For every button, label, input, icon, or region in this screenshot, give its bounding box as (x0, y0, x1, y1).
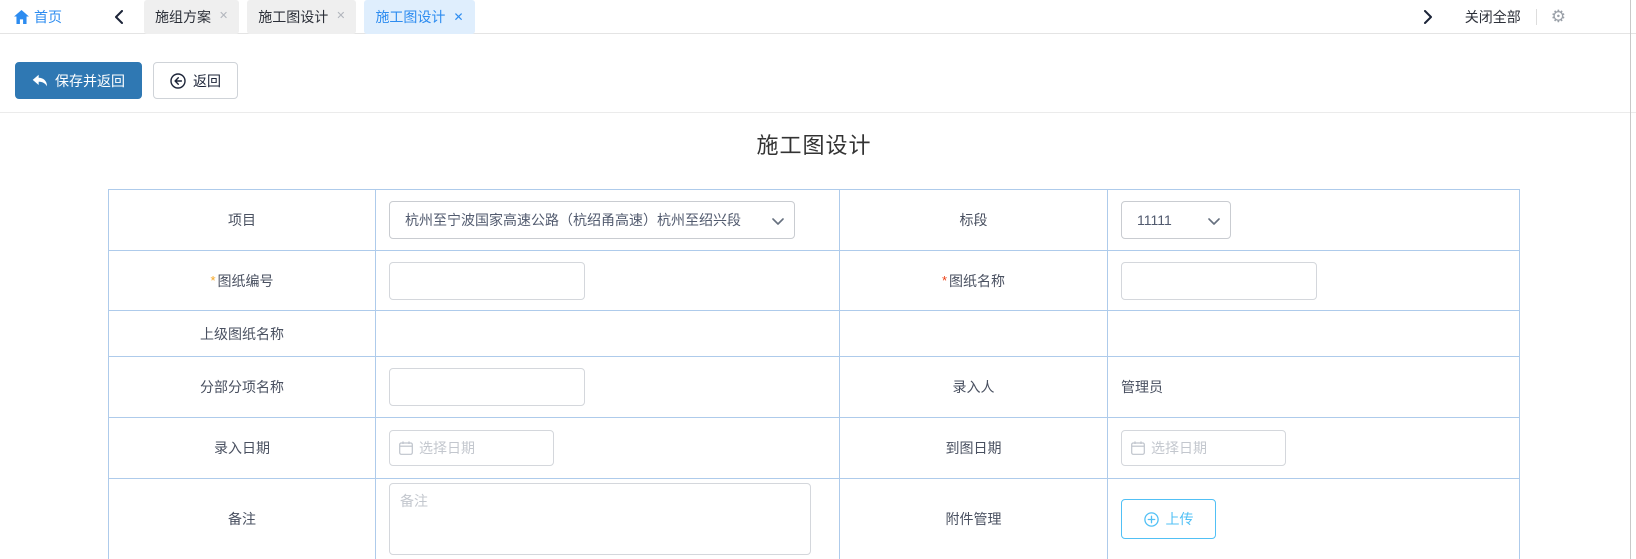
label-text: 项目 (228, 210, 256, 230)
field-value-project: 杭州至宁波国家高速公路（杭绍甬高速）杭州至绍兴段 (375, 190, 839, 250)
field-value-record-date: 选择日期 (375, 418, 839, 478)
upload-label: 上传 (1166, 509, 1194, 529)
tab-bar: 首页 施组方案 ✕ 施工图设计 ✕ 施工图设计 ✕ 关闭全部 ⚙ (0, 0, 1636, 34)
field-label-parent-drawing: 上级图纸名称 (109, 311, 375, 356)
action-toolbar: 保存并返回 返回 (0, 34, 1636, 113)
field-label-arrive-date: 到图日期 (839, 418, 1107, 478)
reply-arrow-icon (32, 74, 48, 88)
tab-close-icon[interactable]: ✕ (453, 11, 463, 23)
arrive-date-input[interactable]: 选择日期 (1121, 430, 1286, 466)
section-select[interactable]: 11111 (1121, 201, 1231, 239)
field-value-drawing-name (1107, 251, 1519, 310)
tab-close-icon[interactable]: ✕ (219, 11, 228, 22)
tab-list: 施组方案 ✕ 施工图设计 ✕ 施工图设计 ✕ (144, 0, 475, 34)
tab-item-3-active[interactable]: 施工图设计 ✕ (364, 0, 474, 34)
table-row: * 图纸编号 * 图纸名称 (109, 251, 1519, 311)
label-text: 录入日期 (214, 438, 270, 458)
remark-textarea[interactable] (389, 483, 811, 555)
date-placeholder: 选择日期 (1151, 438, 1207, 458)
tabs-scroll-right-button[interactable] (1417, 6, 1439, 28)
tab-label: 施工图设计 (375, 7, 445, 27)
tab-close-icon[interactable]: ✕ (336, 11, 345, 22)
field-value-subitem (375, 357, 839, 417)
label-text: 附件管理 (946, 509, 1002, 529)
label-text: 标段 (960, 210, 988, 230)
circle-plus-icon (1144, 512, 1159, 527)
section-select-value: 11111 (1137, 212, 1172, 228)
project-select-value: 杭州至宁波国家高速公路（杭绍甬高速）杭州至绍兴段 (405, 210, 741, 230)
field-value-attachment: 上传 (1107, 479, 1519, 559)
calendar-icon (399, 441, 413, 455)
date-placeholder: 选择日期 (419, 438, 475, 458)
empty-cell (839, 311, 1107, 356)
field-label-drawing-name: * 图纸名称 (839, 251, 1107, 310)
return-button[interactable]: 返回 (153, 62, 238, 99)
field-value-remark (375, 479, 839, 559)
field-value-section: 11111 (1107, 190, 1519, 250)
chevron-down-icon (772, 218, 784, 225)
drawing-no-input[interactable] (389, 262, 585, 300)
circle-back-arrow-icon (170, 73, 186, 89)
required-mark: * (210, 273, 215, 288)
form-table: 项目 杭州至宁波国家高速公路（杭绍甬高速）杭州至绍兴段 标段 11111 (108, 189, 1520, 559)
field-value-arrive-date: 选择日期 (1107, 418, 1519, 478)
field-value-parent-drawing (375, 311, 839, 356)
chevron-down-icon (1208, 218, 1220, 225)
field-value-recorder: 管理员 (1107, 357, 1519, 417)
save-and-return-label: 保存并返回 (55, 71, 125, 91)
divider (1536, 9, 1537, 25)
field-label-drawing-no: * 图纸编号 (109, 251, 375, 310)
return-label: 返回 (193, 71, 221, 91)
field-label-section: 标段 (839, 190, 1107, 250)
label-text: 录入人 (953, 377, 995, 397)
field-label-recorder: 录入人 (839, 357, 1107, 417)
label-text: 备注 (228, 509, 256, 529)
table-row: 录入日期 选择日期 到图日期 选择日期 (109, 418, 1519, 479)
calendar-icon (1131, 441, 1145, 455)
field-label-subitem: 分部分项名称 (109, 357, 375, 417)
tab-label: 施工图设计 (258, 7, 328, 27)
chevron-right-icon (1423, 10, 1433, 24)
record-date-input[interactable]: 选择日期 (389, 430, 554, 466)
close-all-button[interactable]: 关闭全部 (1465, 7, 1521, 27)
field-label-project: 项目 (109, 190, 375, 250)
tab-item-2[interactable]: 施工图设计 ✕ (247, 0, 356, 34)
page-title: 施工图设计 (108, 128, 1520, 160)
window-edge-line (1630, 0, 1631, 559)
project-select[interactable]: 杭州至宁波国家高速公路（杭绍甬高速）杭州至绍兴段 (389, 201, 795, 239)
label-text: 分部分项名称 (200, 377, 284, 397)
subitem-input[interactable] (389, 368, 585, 406)
tab-item-1[interactable]: 施组方案 ✕ (144, 0, 239, 34)
home-icon (14, 10, 29, 24)
table-row: 备注 附件管理 上传 (109, 479, 1519, 559)
label-text: 上级图纸名称 (200, 324, 284, 344)
table-row: 分部分项名称 录入人 管理员 (109, 357, 1519, 418)
field-value-drawing-no (375, 251, 839, 310)
table-row: 项目 杭州至宁波国家高速公路（杭绍甬高速）杭州至绍兴段 标段 11111 (109, 190, 1519, 251)
recorder-value: 管理员 (1121, 377, 1163, 397)
field-label-record-date: 录入日期 (109, 418, 375, 478)
label-text: 图纸名称 (949, 271, 1005, 291)
upload-button[interactable]: 上传 (1121, 499, 1216, 539)
field-label-attachment: 附件管理 (839, 479, 1107, 559)
home-link[interactable]: 首页 (14, 7, 62, 27)
chevron-left-icon (114, 10, 124, 24)
field-label-remark: 备注 (109, 479, 375, 559)
label-text: 到图日期 (946, 438, 1002, 458)
main-content: 施工图设计 项目 杭州至宁波国家高速公路（杭绍甬高速）杭州至绍兴段 标段 111… (0, 128, 1521, 559)
table-row: 上级图纸名称 (109, 311, 1519, 357)
empty-cell (1107, 311, 1519, 356)
home-label: 首页 (34, 7, 62, 27)
tabbar-right-controls: 关闭全部 ⚙ (1417, 6, 1566, 28)
tabs-scroll-left-button[interactable] (108, 6, 130, 28)
save-and-return-button[interactable]: 保存并返回 (15, 62, 142, 99)
required-mark: * (942, 273, 947, 288)
tab-label: 施组方案 (155, 7, 211, 27)
gear-icon[interactable]: ⚙ (1551, 8, 1566, 25)
drawing-name-input[interactable] (1121, 262, 1317, 300)
label-text: 图纸编号 (218, 271, 274, 291)
